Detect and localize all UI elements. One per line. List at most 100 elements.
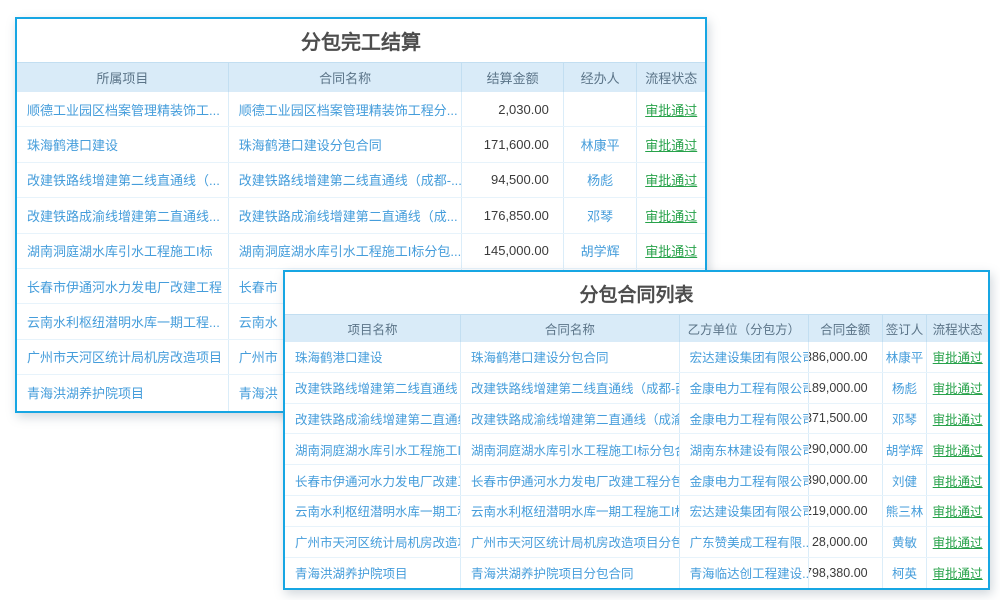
project-link[interactable]: 长春市伊通河水力发电厂改建工程 xyxy=(17,269,229,303)
partyb-link[interactable]: 金康电力工程有限公司 xyxy=(680,465,809,495)
contract-link[interactable]: 顺德工业园区档案管理精装饰工程分... xyxy=(229,92,463,126)
project-link[interactable]: 青海洪湖养护院项目 xyxy=(285,558,461,589)
partyb-link[interactable]: 广东赞美成工程有限... xyxy=(680,527,809,557)
table-row: 珠海鹤港口建设珠海鹤港口建设分包合同171,600.00林康平审批通过 xyxy=(17,127,705,162)
contract-list-table-header-row: 项目名称合同名称乙方单位（分包方）合同金额签订人流程状态 xyxy=(285,314,988,342)
project-link[interactable]: 改建铁路成渝线增建第二直通线... xyxy=(17,198,229,232)
signer-link[interactable]: 邓琴 xyxy=(883,404,928,434)
column-header: 流程状态 xyxy=(637,63,705,92)
column-header: 合同名称 xyxy=(461,315,680,342)
status-link[interactable]: 审批通过 xyxy=(927,404,988,434)
status-link[interactable]: 审批通过 xyxy=(927,496,988,526)
project-link[interactable]: 湖南洞庭湖水库引水工程施工I标 xyxy=(17,234,229,268)
status-link[interactable]: 审批通过 xyxy=(927,527,988,557)
contract-link[interactable]: 改建铁路成渝线增建第二直通线（成... xyxy=(229,198,463,232)
partyb-link[interactable]: 宏达建设集团有限公司 xyxy=(680,342,809,372)
signer-link[interactable]: 熊三林 xyxy=(883,496,928,526)
amount-value: 290,000.00 xyxy=(809,434,883,464)
contract-link[interactable]: 湖南洞庭湖水库引水工程施工I标分包... xyxy=(229,234,463,268)
amount-value: 28,000.00 xyxy=(809,527,883,557)
signer-link[interactable]: 胡学辉 xyxy=(883,434,928,464)
signer-link[interactable]: 黄敏 xyxy=(883,527,928,557)
status-link[interactable]: 审批通过 xyxy=(927,373,988,403)
contract-link[interactable]: 改建铁路线增建第二线直通线（成都-西... xyxy=(461,373,680,403)
amount-value: 176,850.00 xyxy=(462,198,564,232)
handler-link[interactable]: 林康平 xyxy=(564,127,638,161)
amount-value: 94,500.00 xyxy=(462,163,564,197)
amount-value: 145,000.00 xyxy=(462,234,564,268)
status-link[interactable]: 审批通过 xyxy=(927,558,988,589)
column-header: 经办人 xyxy=(564,63,638,92)
amount-value: 798,380.00 xyxy=(809,558,883,589)
project-link[interactable]: 青海洪湖养护院项目 xyxy=(17,375,229,410)
settlement-table-header-row: 所属项目合同名称结算金额经办人流程状态 xyxy=(17,62,705,92)
status-link[interactable]: 审批通过 xyxy=(927,342,988,372)
project-link[interactable]: 改建铁路线增建第二线直通线（... xyxy=(285,373,461,403)
status-link[interactable]: 审批通过 xyxy=(637,163,705,197)
project-link[interactable]: 广州市天河区统计局机房改造项目 xyxy=(285,527,461,557)
project-link[interactable]: 珠海鹤港口建设 xyxy=(285,342,461,372)
contract-link[interactable]: 湖南洞庭湖水库引水工程施工I标分包合同 xyxy=(461,434,680,464)
partyb-link[interactable]: 青海临达创工程建设... xyxy=(680,558,809,589)
status-link[interactable]: 审批通过 xyxy=(637,234,705,268)
column-header: 项目名称 xyxy=(285,315,461,342)
contract-link[interactable]: 云南水利枢纽潜明水库一期工程施工I标... xyxy=(461,496,680,526)
contract-link[interactable]: 广州市天河区统计局机房改造项目分包... xyxy=(461,527,680,557)
project-link[interactable]: 改建铁路线增建第二线直通线（... xyxy=(17,163,229,197)
signer-link[interactable]: 柯英 xyxy=(883,558,928,589)
contract-list-table-body: 珠海鹤港口建设珠海鹤港口建设分包合同宏达建设集团有限公司386,000.00林康… xyxy=(285,342,988,588)
project-link[interactable]: 云南水利枢纽潜明水库一期工程... xyxy=(285,496,461,526)
contract-link[interactable]: 改建铁路线增建第二线直通线（成都-... xyxy=(229,163,463,197)
table-row: 湖南洞庭湖水库引水工程施工I标湖南洞庭湖水库引水工程施工I标分包...145,0… xyxy=(17,234,705,269)
status-link[interactable]: 审批通过 xyxy=(927,434,988,464)
amount-value: 189,000.00 xyxy=(809,373,883,403)
project-link[interactable]: 珠海鹤港口建设 xyxy=(17,127,229,161)
table-row: 顺德工业园区档案管理精装饰工...顺德工业园区档案管理精装饰工程分...2,03… xyxy=(17,92,705,127)
signer-link[interactable]: 刘健 xyxy=(883,465,928,495)
amount-value: 219,000.00 xyxy=(809,496,883,526)
amount-value: 386,000.00 xyxy=(809,342,883,372)
amount-value: 2,030.00 xyxy=(462,92,564,126)
contract-link[interactable]: 青海洪湖养护院项目分包合同 xyxy=(461,558,680,589)
handler-link[interactable]: 邓琴 xyxy=(564,198,638,232)
contract-link[interactable]: 长春市伊通河水力发电厂改建工程分包... xyxy=(461,465,680,495)
status-link[interactable]: 审批通过 xyxy=(637,198,705,232)
column-header: 流程状态 xyxy=(927,315,988,342)
settlement-table-title: 分包完工结算 xyxy=(17,19,705,62)
column-header: 乙方单位（分包方） xyxy=(680,315,809,342)
table-row: 改建铁路成渝线增建第二直通线...改建铁路成渝线增建第二直通线（成...176,… xyxy=(17,198,705,233)
signer-link[interactable]: 杨彪 xyxy=(883,373,928,403)
table-row: 长春市伊通河水力发电厂改建工程长春市伊通河水力发电厂改建工程分包...金康电力工… xyxy=(285,465,988,496)
handler-link[interactable]: 杨彪 xyxy=(564,163,638,197)
contract-link[interactable]: 改建铁路成渝线增建第二直通线（成渝... xyxy=(461,404,680,434)
column-header: 结算金额 xyxy=(462,63,563,92)
table-row: 改建铁路成渝线增建第二直通线...改建铁路成渝线增建第二直通线（成渝...金康电… xyxy=(285,404,988,435)
table-row: 湖南洞庭湖水库引水工程施工I标湖南洞庭湖水库引水工程施工I标分包合同湖南东林建设… xyxy=(285,434,988,465)
status-link[interactable]: 审批通过 xyxy=(927,465,988,495)
project-link[interactable]: 顺德工业园区档案管理精装饰工... xyxy=(17,92,229,126)
contract-link[interactable]: 珠海鹤港口建设分包合同 xyxy=(229,127,463,161)
partyb-link[interactable]: 金康电力工程有限公司 xyxy=(680,373,809,403)
amount-value: 371,500.00 xyxy=(809,404,883,434)
table-row: 珠海鹤港口建设珠海鹤港口建设分包合同宏达建设集团有限公司386,000.00林康… xyxy=(285,342,988,373)
contract-link[interactable]: 珠海鹤港口建设分包合同 xyxy=(461,342,680,372)
project-link[interactable]: 云南水利枢纽潜明水库一期工程... xyxy=(17,304,229,338)
amount-value: 390,000.00 xyxy=(809,465,883,495)
partyb-link[interactable]: 金康电力工程有限公司 xyxy=(680,404,809,434)
project-link[interactable]: 广州市天河区统计局机房改造项目 xyxy=(17,340,229,374)
amount-value: 171,600.00 xyxy=(462,127,564,161)
partyb-link[interactable]: 湖南东林建设有限公司 xyxy=(680,434,809,464)
project-link[interactable]: 湖南洞庭湖水库引水工程施工I标 xyxy=(285,434,461,464)
handler-link[interactable]: 胡学辉 xyxy=(564,234,638,268)
table-row: 云南水利枢纽潜明水库一期工程...云南水利枢纽潜明水库一期工程施工I标...宏达… xyxy=(285,496,988,527)
contract-list-table-card: 分包合同列表 项目名称合同名称乙方单位（分包方）合同金额签订人流程状态 珠海鹤港… xyxy=(283,270,990,590)
column-header: 合同金额 xyxy=(809,315,883,342)
project-link[interactable]: 改建铁路成渝线增建第二直通线... xyxy=(285,404,461,434)
status-link[interactable]: 审批通过 xyxy=(637,92,705,126)
signer-link[interactable]: 林康平 xyxy=(883,342,928,372)
status-link[interactable]: 审批通过 xyxy=(637,127,705,161)
partyb-link[interactable]: 宏达建设集团有限公司 xyxy=(680,496,809,526)
contract-list-table-title: 分包合同列表 xyxy=(285,272,988,314)
project-link[interactable]: 长春市伊通河水力发电厂改建工程 xyxy=(285,465,461,495)
table-row: 改建铁路线增建第二线直通线（...改建铁路线增建第二线直通线（成都-西...金康… xyxy=(285,373,988,404)
